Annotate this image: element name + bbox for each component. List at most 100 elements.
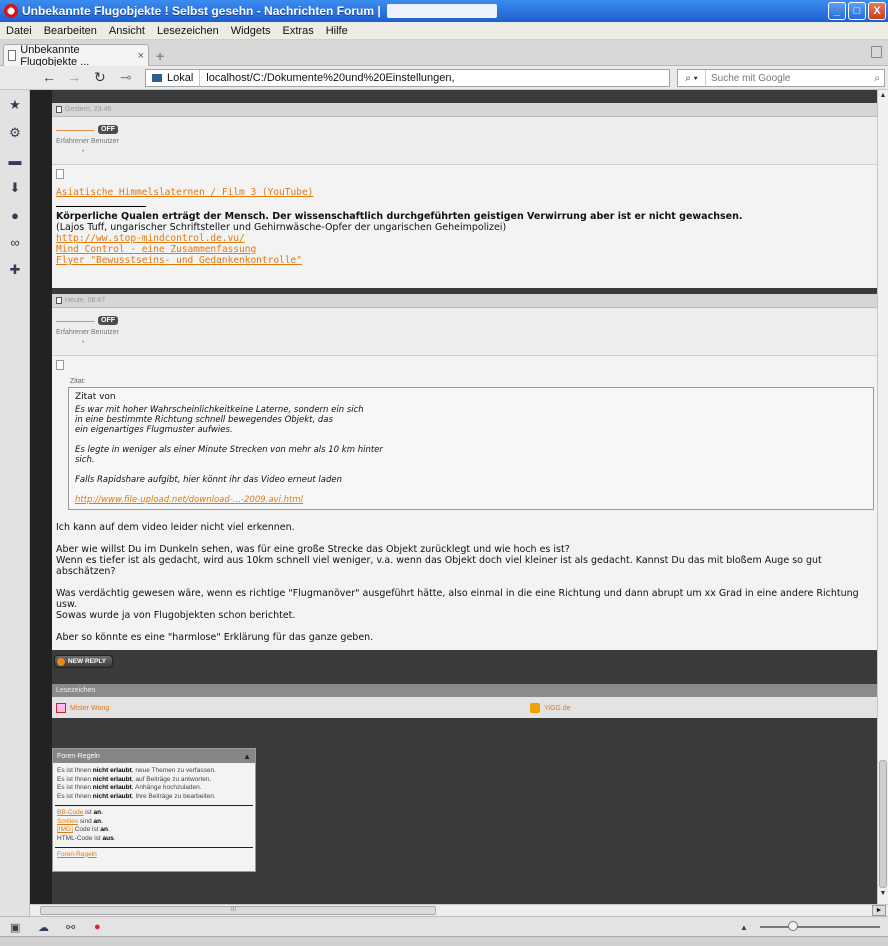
- code-rule-link[interactable]: [IMG]: [57, 826, 73, 833]
- tab-active[interactable]: Unbekannte Flugobjekte ... ×: [3, 43, 149, 68]
- side-panel: ★ ⚙ ▬ ⬇ ● ∞ ✚: [0, 90, 30, 916]
- clock-icon[interactable]: ●: [8, 209, 22, 223]
- quote-author: Zitat von: [75, 392, 116, 402]
- code-rule-text: an: [93, 817, 102, 825]
- zoom-knob[interactable]: [787, 921, 798, 931]
- code-rule-text: .: [101, 817, 103, 825]
- post-header: Heute, 06:47: [52, 294, 877, 308]
- title-redacted: [386, 4, 497, 18]
- search-field[interactable]: ⌕ ▾ Suche mit Google ⌕: [677, 69, 885, 87]
- tab-bar: Unbekannte Flugobjekte ... × +: [0, 40, 888, 68]
- video-link[interactable]: Asiatische Himmelslaternen / Film 3 (You…: [56, 187, 874, 198]
- rule-text: , auf Beiträge zu antworten.: [131, 775, 212, 783]
- bookmark-yigg[interactable]: YiGG.de: [530, 703, 571, 713]
- minimize-button[interactable]: _: [828, 2, 846, 20]
- zoom-arrow-icon[interactable]: ▲: [740, 923, 748, 932]
- code-rule-link[interactable]: Smilies: [57, 818, 78, 825]
- username-link[interactable]: [56, 130, 94, 131]
- rules-divider: [55, 846, 253, 848]
- signature-link[interactable]: Mind Control - eine Zusammenfassung: [56, 244, 874, 255]
- star-icon[interactable]: ★: [8, 98, 22, 112]
- rules-divider: [55, 804, 253, 806]
- menu-ansicht[interactable]: Ansicht: [103, 25, 151, 37]
- user-rank: Erfahrener Benutzer: [56, 138, 120, 145]
- menu-lesezeichen[interactable]: Lesezeichen: [151, 25, 225, 37]
- new-reply-button[interactable]: NEW REPLY: [54, 655, 114, 668]
- rule-text: Es ist Ihnen: [57, 784, 93, 792]
- share-icon[interactable]: ⚯: [66, 921, 75, 934]
- download-icon[interactable]: ⬇: [8, 181, 22, 195]
- signature-link[interactable]: http://ww.stop-mindcontrol.de.vu/: [56, 233, 874, 244]
- horizontal-scrollbar[interactable]: III ►: [30, 904, 888, 916]
- search-engine-dropdown[interactable]: ⌕ ▾: [678, 70, 706, 86]
- quote-link[interactable]: http://www.file-upload.net/download-...-…: [75, 495, 867, 505]
- signature-link[interactable]: Flyer "Bewusstseins- und Gedankenkontrol…: [56, 255, 874, 266]
- reload-button[interactable]: ↻: [94, 69, 106, 86]
- menu-hilfe[interactable]: Hilfe: [320, 25, 354, 37]
- tab-close-icon[interactable]: ×: [138, 50, 144, 62]
- menu-datei[interactable]: Datei: [0, 25, 38, 37]
- menu-extras[interactable]: Extras: [277, 25, 320, 37]
- scroll-right-arrow[interactable]: ►: [872, 905, 886, 916]
- offline-badge: OFF: [98, 125, 118, 134]
- back-button[interactable]: ←: [42, 69, 56, 85]
- new-tab-button[interactable]: +: [156, 48, 164, 64]
- post-text-line: Was verdächtig gewesen wäre, wenn es ric…: [56, 588, 859, 610]
- search-input[interactable]: Suche mit Google: [706, 73, 791, 84]
- code-rule-text: HTML-Code ist: [57, 834, 103, 842]
- cloud-icon[interactable]: ☁: [38, 921, 49, 934]
- address-bar[interactable]: Lokal localhost/C:/Dokumente%20und%20Ein…: [145, 69, 670, 87]
- link-icon[interactable]: ∞: [8, 236, 22, 250]
- quote-line: Es war mit hoher Wahrscheinlichkeitkeine…: [75, 405, 364, 415]
- post-text-line: [56, 621, 874, 632]
- post-icon: [56, 360, 64, 370]
- note-icon[interactable]: ▬: [8, 154, 22, 168]
- scroll-down-arrow[interactable]: ▼: [878, 890, 888, 900]
- plus-icon[interactable]: ✚: [8, 263, 22, 277]
- panel-toggle-icon[interactable]: ▣: [10, 921, 20, 934]
- gear-icon[interactable]: ⚙: [8, 126, 22, 140]
- post-body: Zitat: Zitat von Es war mit hoher Wahrsc…: [52, 356, 877, 647]
- opera-logo-icon[interactable]: [4, 4, 18, 18]
- search-go-icon[interactable]: ⌕: [874, 73, 880, 84]
- post-text-line: Sowas wurde ja von Flugobjekten schon be…: [56, 610, 296, 621]
- username-link[interactable]: [56, 321, 94, 322]
- quote-box: Zitat von Es war mit hoher Wahrscheinlic…: [68, 387, 874, 510]
- collapse-icon[interactable]: ▲: [243, 752, 251, 761]
- page-left-border: [30, 90, 52, 904]
- rule-text: nicht erlaubt: [92, 793, 132, 801]
- post-2: Heute, 06:47 OFF Erfahrener Benutzer • Z…: [52, 294, 877, 650]
- post-text-line: Aber wie willst Du im Dunkeln sehen, was…: [56, 544, 570, 555]
- scroll-up-arrow[interactable]: ▲: [878, 92, 888, 102]
- rules-header: Foren-Regeln ▲: [53, 749, 255, 763]
- scroll-thumb[interactable]: [879, 760, 887, 888]
- close-button[interactable]: X: [868, 2, 886, 20]
- code-rule-link[interactable]: BB-Code: [57, 809, 83, 816]
- user-dot: •: [82, 148, 85, 155]
- zoom-slider[interactable]: [760, 921, 880, 931]
- page-icon: [8, 50, 17, 61]
- monitor-icon: [152, 74, 162, 82]
- post-text-line: Aber so könnte es eine "harmlose" Erklär…: [56, 632, 374, 643]
- forum-rules-link[interactable]: Foren-Regeln: [57, 851, 97, 858]
- user-rank: Erfahrener Benutzer: [56, 329, 120, 336]
- rule-line: Es ist Ihnen nicht erlaubt, neue Themen …: [53, 767, 255, 776]
- hscroll-grip: III: [231, 907, 237, 913]
- vertical-scrollbar[interactable]: ▲ ▼: [877, 90, 888, 904]
- site-info[interactable]: Lokal: [146, 70, 201, 86]
- wand-key-icon[interactable]: ⊸: [120, 69, 132, 86]
- tab-label: Unbekannte Flugobjekte ...: [20, 43, 90, 68]
- reply-icon: [57, 657, 65, 666]
- yigg-icon: [530, 703, 540, 713]
- hscroll-thumb[interactable]: III: [40, 906, 436, 915]
- unite-icon[interactable]: ●: [94, 921, 101, 933]
- menu-widgets[interactable]: Widgets: [225, 25, 277, 37]
- forward-button[interactable]: →: [67, 69, 81, 85]
- menu-bearbeiten[interactable]: Bearbeiten: [38, 25, 103, 37]
- maximize-button[interactable]: □: [848, 2, 866, 20]
- rule-text: nicht erlaubt: [92, 767, 132, 774]
- bookmark-mister-wong[interactable]: Mister Wong: [56, 703, 109, 713]
- user-dot: •: [82, 339, 85, 346]
- trash-icon[interactable]: [871, 46, 882, 58]
- url-text[interactable]: localhost/C:/Dokumente%20und%20Einstellu…: [200, 72, 454, 84]
